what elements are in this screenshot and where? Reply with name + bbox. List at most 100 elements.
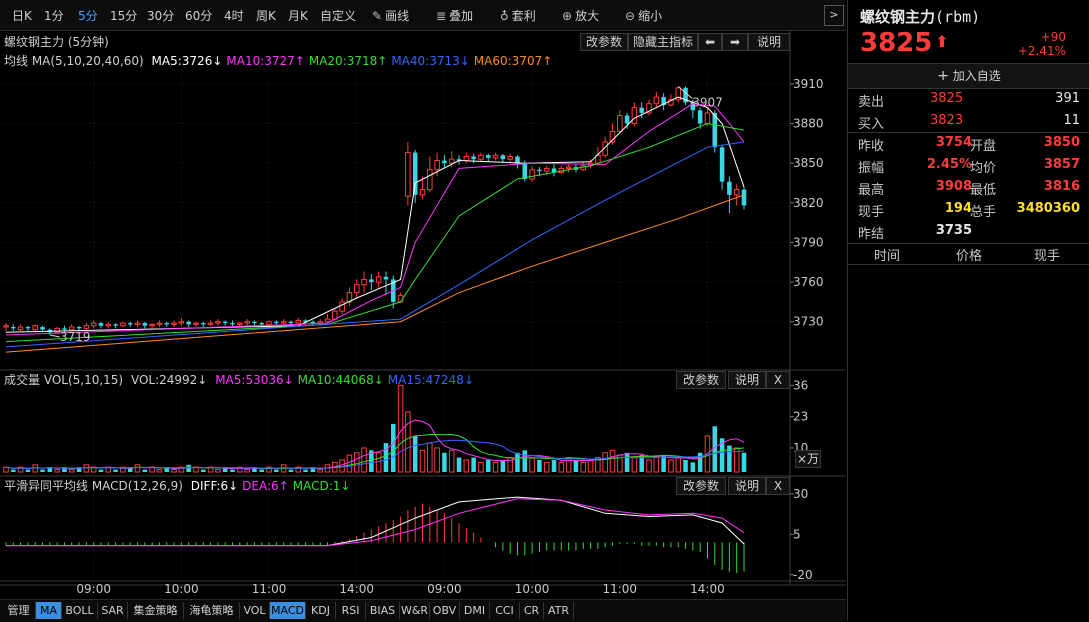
volume-bar — [580, 461, 587, 473]
tab-14[interactable]: CCI — [490, 602, 520, 619]
main-params-button[interactable]: 改参数 — [580, 33, 628, 51]
tab-8[interactable]: KDJ — [306, 602, 336, 619]
y-tick-label: 3820 — [793, 196, 824, 210]
candle-body — [434, 160, 440, 171]
scroll-left-button[interactable]: ⬅ — [698, 33, 722, 51]
scroll-right-button[interactable]: ➡ — [722, 33, 748, 51]
main-help-button[interactable]: 说明 — [748, 33, 790, 51]
period-9[interactable]: 自定义 — [320, 7, 356, 24]
vol-ma-value-1: MA10:44068↓ — [297, 373, 384, 387]
sell-price: 3825 — [930, 91, 964, 106]
stack-tool[interactable]: ≣ 叠加 — [436, 7, 473, 24]
tab-16[interactable]: ATR — [544, 602, 574, 619]
tab-7[interactable]: MACD — [270, 602, 306, 619]
tab-4[interactable]: 集金策略 — [128, 602, 184, 619]
volume-bar — [515, 452, 520, 472]
x-tick-label: 10:00 — [515, 582, 550, 596]
vol-close-button[interactable]: X — [766, 371, 790, 389]
volume-bar — [565, 457, 572, 473]
macd-y-tick-label: -20 — [793, 568, 813, 582]
volume-bar — [54, 469, 60, 473]
candle-body — [492, 154, 499, 159]
bag-tool[interactable]: ♁ 套利 — [500, 7, 536, 24]
low-marker-label: 3719 — [60, 330, 91, 344]
macd-params-button[interactable]: 改参数 — [676, 477, 726, 495]
add-watchlist-button[interactable]: + 加入自选 — [848, 63, 1089, 89]
zoom-out-tool[interactable]: ⊖ 缩小 — [625, 7, 662, 24]
pencil-tool[interactable]: ✎ 画线 — [372, 7, 409, 24]
hide-indicator-button[interactable]: 隐藏主指标 — [628, 33, 698, 51]
volume-bar — [741, 452, 747, 472]
volume-bar — [419, 449, 426, 473]
candle-body — [471, 156, 476, 160]
period-5[interactable]: 60分 — [185, 7, 212, 24]
stat-row: 现手 194 总手 3480360 — [858, 201, 1080, 223]
contract-name-text: 螺纹钢主力 — [860, 8, 936, 26]
tab-11[interactable]: W&R — [400, 602, 430, 619]
period-4[interactable]: 30分 — [147, 7, 174, 24]
sell-row: 卖出 3825 391 — [858, 91, 1080, 113]
vol-help-button[interactable]: 说明 — [728, 371, 766, 389]
tab-9[interactable]: RSI — [336, 602, 366, 619]
candle-body — [156, 322, 163, 325]
tab-1[interactable]: MA — [36, 602, 62, 619]
tick-header-price: 价格 — [956, 249, 983, 264]
stat-value: 3816 — [1043, 179, 1080, 194]
candle-body — [741, 189, 747, 206]
volume-bar — [668, 459, 674, 473]
volume-bar — [142, 469, 148, 472]
y-tick-label: 3760 — [793, 275, 824, 289]
volume-bar — [201, 469, 206, 472]
volume-bar — [317, 469, 323, 473]
macd-help-button[interactable]: 说明 — [728, 477, 766, 495]
divider — [848, 132, 1089, 133]
candle-body — [719, 147, 725, 182]
tab-3[interactable]: SAR — [98, 602, 128, 619]
period-7[interactable]: 周K — [256, 7, 276, 24]
x-tick-label: 11:00 — [252, 582, 287, 596]
period-8[interactable]: 月K — [288, 7, 308, 24]
tab-12[interactable]: OBV — [430, 602, 460, 619]
candle-body — [405, 152, 411, 197]
period-3[interactable]: 15分 — [110, 7, 137, 24]
tab-6[interactable]: VOL — [240, 602, 270, 619]
ma-value-1: MA10:3727↑ — [226, 54, 305, 68]
period-6[interactable]: 4时 — [224, 7, 244, 24]
tab-15[interactable]: CR — [520, 602, 544, 619]
stat-label: 昨结 — [858, 227, 885, 242]
tab-5[interactable]: 海龟策略 — [184, 602, 240, 619]
candle-body — [324, 318, 331, 323]
volume-bar — [288, 469, 294, 472]
period-2[interactable]: 5分 — [78, 7, 98, 24]
volume-bar — [361, 447, 367, 473]
candle-body — [361, 278, 367, 286]
period-0[interactable]: 日K — [12, 7, 32, 24]
tab-0[interactable]: 管理 — [2, 602, 36, 619]
kline-chart[interactable]: 3907 3719 09:00 10:00 11:00 14:00 09:00 10:00 1… — [0, 30, 846, 621]
tab-13[interactable]: DMI — [460, 602, 490, 619]
x-tick-label: 14:00 — [339, 582, 374, 596]
volume-bar — [383, 443, 389, 472]
candle-body — [310, 321, 316, 324]
candle-body — [369, 279, 374, 283]
candle-body — [83, 325, 90, 329]
next-page-button[interactable]: > — [824, 5, 844, 26]
y-tick-label: 3790 — [793, 235, 824, 249]
period-1[interactable]: 1分 — [44, 7, 64, 24]
candle-body — [134, 322, 141, 325]
zoom-in-tool[interactable]: ⊕ 放大 — [562, 7, 599, 24]
macd-close-button[interactable]: X — [766, 477, 790, 495]
divider — [848, 264, 1089, 265]
main-panel-title-row: 螺纹钢主力 (5分钟) — [0, 33, 113, 51]
volume-bar — [40, 469, 45, 472]
candle-body — [712, 112, 718, 148]
volume-bar — [675, 457, 682, 473]
stat-value: 3754 — [935, 135, 972, 150]
volume-bar — [500, 459, 506, 472]
candle-body — [201, 323, 206, 325]
tab-2[interactable]: BOLL — [62, 602, 98, 619]
candle-body — [288, 321, 294, 324]
tab-10[interactable]: BIAS — [366, 602, 400, 619]
vol-params-button[interactable]: 改参数 — [676, 371, 726, 389]
sell-label: 卖出 — [858, 95, 885, 110]
